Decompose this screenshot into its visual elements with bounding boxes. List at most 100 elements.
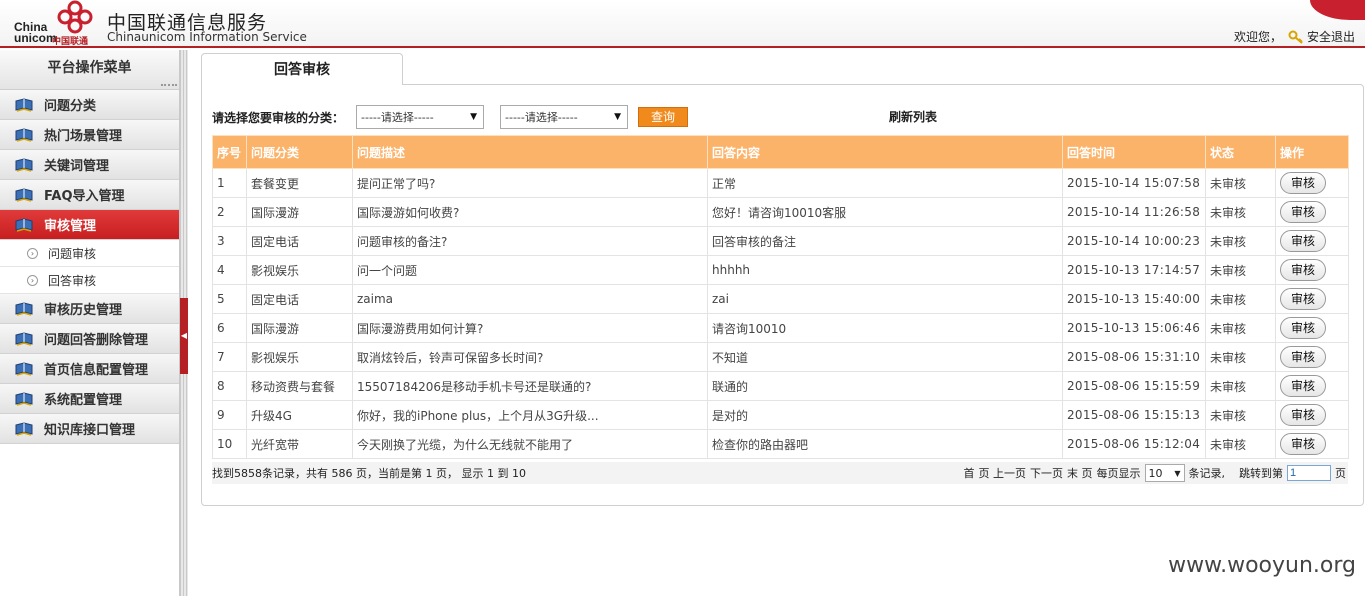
sidebar-item-3[interactable]: 系统配置管理 bbox=[0, 384, 179, 414]
prev-page-link[interactable]: 页 上一页 bbox=[979, 465, 1027, 481]
column-header: 操作 bbox=[1275, 135, 1349, 169]
book-icon bbox=[15, 421, 33, 436]
cell-question: 今天刚换了光缆，为什么无线就不能用了 bbox=[352, 429, 708, 459]
review-button[interactable]: 审核 bbox=[1280, 288, 1326, 310]
cell-time: 2015-10-14 10:00:23 bbox=[1062, 226, 1206, 256]
table-row: 1 套餐变更 提问正常了吗? 正常 2015-10-14 15:07:58 未审核 审核 bbox=[212, 168, 1349, 198]
table-row: 6 国际漫游 国际漫游费用如何计算? 请咨询10010 2015-10-13 15:06… bbox=[212, 313, 1349, 343]
sidebar-item-0[interactable]: 审核历史管理 bbox=[0, 294, 179, 324]
arrow-right-icon: › bbox=[27, 247, 38, 259]
cell-question: 15507184206是移动手机卡号还是联通的? bbox=[352, 371, 708, 401]
review-button[interactable]: 审核 bbox=[1280, 433, 1326, 455]
greeting-text: 欢迎您， bbox=[1233, 30, 1282, 44]
query-button[interactable]: 查询 bbox=[638, 107, 689, 127]
review-button[interactable]: 审核 bbox=[1280, 404, 1326, 426]
refresh-list-link[interactable]: 刷新列表 bbox=[889, 108, 937, 125]
arrow-right-icon: › bbox=[27, 274, 38, 286]
logout-link[interactable]: 安全退出 bbox=[1288, 28, 1355, 45]
cell-answer: hhhhh bbox=[707, 255, 1063, 285]
table-row: 4 影视娱乐 问一个问题 hhhhh 2015-10-13 17:14:57 未审核 审核 bbox=[212, 255, 1349, 285]
sidebar-subitem-0[interactable]: › 问题审核 bbox=[0, 240, 179, 267]
cell-status: 未审核 bbox=[1205, 255, 1276, 285]
sidebar-item-1[interactable]: 热门场景管理 bbox=[0, 120, 179, 150]
sidebar-item-4[interactable]: 审核管理 bbox=[0, 210, 179, 240]
sidebar-item-label: 系统配置管理 bbox=[44, 393, 123, 408]
collapse-sidebar-button[interactable]: ◀ bbox=[180, 298, 188, 374]
sidebar-item-2[interactable]: 首页信息配置管理 bbox=[0, 354, 179, 384]
cell-time: 2015-10-13 15:40:00 bbox=[1062, 284, 1206, 314]
column-header: 状态 bbox=[1205, 135, 1276, 169]
cell-question: 问一个问题 bbox=[352, 255, 708, 285]
sidebar-subitem-label: 回答审核 bbox=[48, 273, 97, 288]
sidebar-item-4[interactable]: 知识库接口管理 bbox=[0, 414, 179, 444]
book-icon bbox=[15, 127, 33, 142]
sidebar-item-label: 知识库接口管理 bbox=[44, 423, 136, 438]
cell-category: 固定电话 bbox=[246, 226, 353, 256]
sidebar-subitem-1[interactable]: › 回答审核 bbox=[0, 267, 179, 294]
next-page-link[interactable]: 下一页 bbox=[1030, 465, 1063, 481]
sidebar-item-label: 关键词管理 bbox=[44, 159, 110, 174]
table-row: 9 升级4G 你好，我的iPhone plus，上个月从3G升级... 是对的 2015… bbox=[212, 400, 1349, 430]
category-select-2-value: -----请选择----- bbox=[505, 111, 578, 124]
review-button[interactable]: 审核 bbox=[1280, 259, 1326, 281]
category-select-1-value: -----请选择----- bbox=[361, 111, 434, 124]
review-button[interactable]: 审核 bbox=[1280, 346, 1326, 368]
sidebar-item-2[interactable]: 关键词管理 bbox=[0, 150, 179, 180]
cell-category: 国际漫游 bbox=[246, 313, 353, 343]
cell-question: 你好，我的iPhone plus，上个月从3G升级... bbox=[352, 400, 708, 430]
cell-no: 1 bbox=[212, 168, 247, 198]
cell-time: 2015-08-06 15:15:13 bbox=[1062, 400, 1206, 430]
sidebar-item-3[interactable]: FAQ导入管理 bbox=[0, 180, 179, 210]
review-button[interactable]: 审核 bbox=[1280, 317, 1326, 339]
first-page-link[interactable]: 首 bbox=[964, 465, 975, 481]
review-button[interactable]: 审核 bbox=[1280, 201, 1326, 223]
cell-status: 未审核 bbox=[1205, 371, 1276, 401]
cell-time: 2015-08-06 15:12:04 bbox=[1062, 429, 1206, 459]
table-row: 5 固定电话 zaima zai 2015-10-13 15:40:00 未审核 审核 bbox=[212, 284, 1349, 314]
page-size-select[interactable]: 10 ▼ bbox=[1144, 464, 1185, 482]
cell-time: 2015-10-13 15:06:46 bbox=[1062, 313, 1206, 343]
cell-action: 审核 bbox=[1275, 284, 1349, 314]
sidebar-splitter[interactable]: ◀ bbox=[180, 50, 188, 596]
filter-row: 请选择您要审核的分类： -----请选择----- ▼ -----请选择----… bbox=[212, 105, 689, 129]
cell-status: 未审核 bbox=[1205, 226, 1276, 256]
review-button[interactable]: 审核 bbox=[1280, 375, 1326, 397]
cell-no: 2 bbox=[212, 197, 247, 227]
cell-question: 国际漫游费用如何计算? bbox=[352, 313, 708, 343]
chevron-down-icon: ▼ bbox=[614, 112, 622, 122]
cell-category: 光纤宽带 bbox=[246, 429, 353, 459]
logo-text: China unicom bbox=[14, 21, 57, 44]
cell-no: 5 bbox=[212, 284, 247, 314]
book-icon bbox=[15, 157, 33, 172]
review-button[interactable]: 审核 bbox=[1280, 230, 1326, 252]
sidebar-item-0[interactable]: 问题分类 bbox=[0, 90, 179, 120]
header-decoration bbox=[1310, 0, 1365, 20]
book-icon bbox=[15, 331, 33, 346]
sidebar-item-1[interactable]: 问题回答删除管理 bbox=[0, 324, 179, 354]
book-icon bbox=[15, 97, 33, 112]
key-icon bbox=[1288, 30, 1303, 44]
sidebar-subitem-label: 问题审核 bbox=[48, 246, 97, 261]
cell-answer: 您好！请咨询10010客服 bbox=[707, 197, 1063, 227]
tab-answer-review[interactable]: 回答审核 bbox=[201, 53, 403, 85]
last-page-link[interactable]: 末 页 bbox=[1067, 465, 1093, 481]
category-select-1[interactable]: -----请选择----- ▼ bbox=[356, 105, 485, 129]
jump-page-input[interactable] bbox=[1287, 465, 1331, 481]
column-header: 回答时间 bbox=[1062, 135, 1206, 169]
sidebar-item-label: 问题分类 bbox=[44, 99, 97, 114]
cell-no: 10 bbox=[212, 429, 247, 459]
cell-category: 固定电话 bbox=[246, 284, 353, 314]
review-button[interactable]: 审核 bbox=[1280, 172, 1326, 194]
cell-category: 影视娱乐 bbox=[246, 342, 353, 372]
cell-time: 2015-10-13 17:14:57 bbox=[1062, 255, 1206, 285]
category-select-2[interactable]: -----请选择----- ▼ bbox=[500, 105, 629, 129]
cell-status: 未审核 bbox=[1205, 168, 1276, 198]
cell-answer: 正常 bbox=[707, 168, 1063, 198]
table-row: 8 移动资费与套餐 15507184206是移动手机卡号还是联通的? 联通的 2015-… bbox=[212, 371, 1349, 401]
sidebar-item-label: 审核管理 bbox=[44, 219, 97, 234]
logo-cn-text: 中国联通 bbox=[52, 37, 89, 47]
cell-question: 问题审核的备注? bbox=[352, 226, 708, 256]
cell-action: 审核 bbox=[1275, 429, 1349, 459]
main-panel: 请选择您要审核的分类： -----请选择----- ▼ -----请选择----… bbox=[201, 84, 1364, 506]
cell-time: 2015-10-14 15:07:58 bbox=[1062, 168, 1206, 198]
